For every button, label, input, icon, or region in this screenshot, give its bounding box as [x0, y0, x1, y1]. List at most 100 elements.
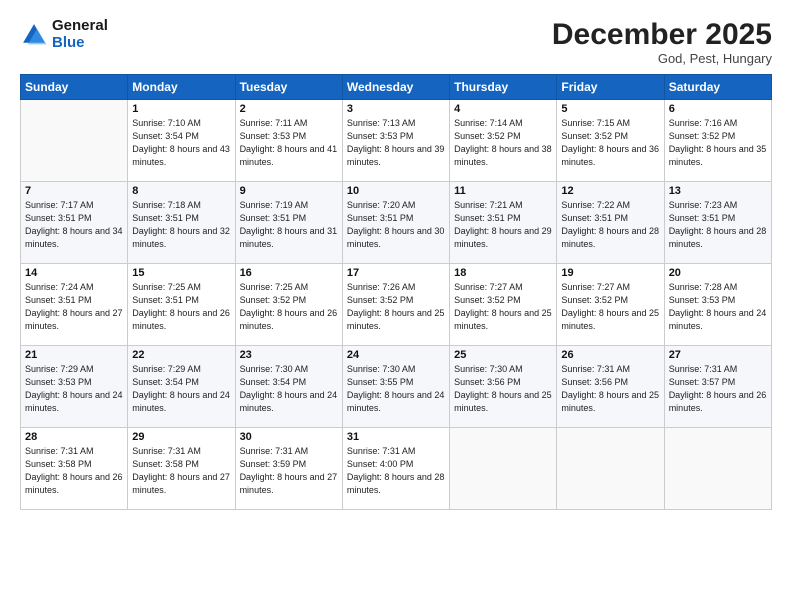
cell-2-5: 19 Sunrise: 7:27 AMSunset: 3:52 PMDaylig… — [557, 264, 664, 346]
day-info: Sunrise: 7:10 AMSunset: 3:54 PMDaylight:… — [132, 118, 230, 167]
logo-text-general: General — [52, 18, 108, 35]
day-info: Sunrise: 7:20 AMSunset: 3:51 PMDaylight:… — [347, 200, 445, 249]
day-info: Sunrise: 7:24 AMSunset: 3:51 PMDaylight:… — [25, 282, 123, 331]
cell-4-3: 31 Sunrise: 7:31 AMSunset: 4:00 PMDaylig… — [342, 428, 449, 510]
day-number: 12 — [561, 185, 659, 197]
day-number: 29 — [132, 431, 230, 443]
cell-2-1: 15 Sunrise: 7:25 AMSunset: 3:51 PMDaylig… — [128, 264, 235, 346]
cell-0-2: 2 Sunrise: 7:11 AMSunset: 3:53 PMDayligh… — [235, 100, 342, 182]
day-number: 24 — [347, 349, 445, 361]
day-number: 11 — [454, 185, 552, 197]
day-number: 28 — [25, 431, 123, 443]
day-info: Sunrise: 7:31 AMSunset: 3:56 PMDaylight:… — [561, 364, 659, 413]
day-number: 5 — [561, 103, 659, 115]
logo-icon — [20, 21, 48, 49]
day-info: Sunrise: 7:30 AMSunset: 3:56 PMDaylight:… — [454, 364, 552, 413]
day-number: 2 — [240, 103, 338, 115]
cell-1-0: 7 Sunrise: 7:17 AMSunset: 3:51 PMDayligh… — [21, 182, 128, 264]
cell-1-4: 11 Sunrise: 7:21 AMSunset: 3:51 PMDaylig… — [450, 182, 557, 264]
day-number: 6 — [669, 103, 767, 115]
day-number: 10 — [347, 185, 445, 197]
day-number: 21 — [25, 349, 123, 361]
day-info: Sunrise: 7:25 AMSunset: 3:52 PMDaylight:… — [240, 282, 338, 331]
cell-2-3: 17 Sunrise: 7:26 AMSunset: 3:52 PMDaylig… — [342, 264, 449, 346]
col-saturday: Saturday — [664, 75, 771, 100]
col-thursday: Thursday — [450, 75, 557, 100]
day-info: Sunrise: 7:15 AMSunset: 3:52 PMDaylight:… — [561, 118, 659, 167]
logo-text-blue: Blue — [52, 35, 108, 52]
day-info: Sunrise: 7:28 AMSunset: 3:53 PMDaylight:… — [669, 282, 767, 331]
cell-1-1: 8 Sunrise: 7:18 AMSunset: 3:51 PMDayligh… — [128, 182, 235, 264]
day-info: Sunrise: 7:27 AMSunset: 3:52 PMDaylight:… — [561, 282, 659, 331]
day-number: 13 — [669, 185, 767, 197]
day-number: 9 — [240, 185, 338, 197]
cell-3-3: 24 Sunrise: 7:30 AMSunset: 3:55 PMDaylig… — [342, 346, 449, 428]
day-number: 1 — [132, 103, 230, 115]
cell-1-2: 9 Sunrise: 7:19 AMSunset: 3:51 PMDayligh… — [235, 182, 342, 264]
day-number: 8 — [132, 185, 230, 197]
day-info: Sunrise: 7:29 AMSunset: 3:53 PMDaylight:… — [25, 364, 123, 413]
week-row-3: 21 Sunrise: 7:29 AMSunset: 3:53 PMDaylig… — [21, 346, 772, 428]
week-row-2: 14 Sunrise: 7:24 AMSunset: 3:51 PMDaylig… — [21, 264, 772, 346]
cell-3-4: 25 Sunrise: 7:30 AMSunset: 3:56 PMDaylig… — [450, 346, 557, 428]
day-info: Sunrise: 7:22 AMSunset: 3:51 PMDaylight:… — [561, 200, 659, 249]
day-info: Sunrise: 7:11 AMSunset: 3:53 PMDaylight:… — [240, 118, 338, 167]
day-number: 26 — [561, 349, 659, 361]
calendar: Sunday Monday Tuesday Wednesday Thursday… — [20, 74, 772, 510]
day-info: Sunrise: 7:30 AMSunset: 3:55 PMDaylight:… — [347, 364, 445, 413]
day-info: Sunrise: 7:13 AMSunset: 3:53 PMDaylight:… — [347, 118, 445, 167]
day-info: Sunrise: 7:31 AMSunset: 4:00 PMDaylight:… — [347, 446, 445, 495]
cell-0-1: 1 Sunrise: 7:10 AMSunset: 3:54 PMDayligh… — [128, 100, 235, 182]
cell-2-6: 20 Sunrise: 7:28 AMSunset: 3:53 PMDaylig… — [664, 264, 771, 346]
cell-3-0: 21 Sunrise: 7:29 AMSunset: 3:53 PMDaylig… — [21, 346, 128, 428]
day-info: Sunrise: 7:31 AMSunset: 3:59 PMDaylight:… — [240, 446, 338, 495]
col-wednesday: Wednesday — [342, 75, 449, 100]
day-number: 19 — [561, 267, 659, 279]
day-info: Sunrise: 7:31 AMSunset: 3:58 PMDaylight:… — [132, 446, 230, 495]
day-number: 16 — [240, 267, 338, 279]
day-number: 22 — [132, 349, 230, 361]
logo: General Blue — [20, 18, 108, 51]
cell-4-1: 29 Sunrise: 7:31 AMSunset: 3:58 PMDaylig… — [128, 428, 235, 510]
cell-3-1: 22 Sunrise: 7:29 AMSunset: 3:54 PMDaylig… — [128, 346, 235, 428]
day-info: Sunrise: 7:19 AMSunset: 3:51 PMDaylight:… — [240, 200, 338, 249]
week-row-4: 28 Sunrise: 7:31 AMSunset: 3:58 PMDaylig… — [21, 428, 772, 510]
day-number: 18 — [454, 267, 552, 279]
cell-1-3: 10 Sunrise: 7:20 AMSunset: 3:51 PMDaylig… — [342, 182, 449, 264]
cell-2-4: 18 Sunrise: 7:27 AMSunset: 3:52 PMDaylig… — [450, 264, 557, 346]
title-area: December 2025 God, Pest, Hungary — [552, 18, 772, 66]
day-info: Sunrise: 7:16 AMSunset: 3:52 PMDaylight:… — [669, 118, 767, 167]
header: General Blue December 2025 God, Pest, Hu… — [20, 18, 772, 66]
cell-4-5 — [557, 428, 664, 510]
calendar-header-row: Sunday Monday Tuesday Wednesday Thursday… — [21, 75, 772, 100]
day-number: 20 — [669, 267, 767, 279]
month-title: December 2025 — [552, 18, 772, 51]
cell-3-2: 23 Sunrise: 7:30 AMSunset: 3:54 PMDaylig… — [235, 346, 342, 428]
day-info: Sunrise: 7:23 AMSunset: 3:51 PMDaylight:… — [669, 200, 767, 249]
cell-4-4 — [450, 428, 557, 510]
col-monday: Monday — [128, 75, 235, 100]
day-info: Sunrise: 7:30 AMSunset: 3:54 PMDaylight:… — [240, 364, 338, 413]
day-number: 25 — [454, 349, 552, 361]
cell-0-4: 4 Sunrise: 7:14 AMSunset: 3:52 PMDayligh… — [450, 100, 557, 182]
day-number: 27 — [669, 349, 767, 361]
day-info: Sunrise: 7:14 AMSunset: 3:52 PMDaylight:… — [454, 118, 552, 167]
week-row-1: 7 Sunrise: 7:17 AMSunset: 3:51 PMDayligh… — [21, 182, 772, 264]
cell-1-6: 13 Sunrise: 7:23 AMSunset: 3:51 PMDaylig… — [664, 182, 771, 264]
page: General Blue December 2025 God, Pest, Hu… — [0, 0, 792, 612]
cell-2-0: 14 Sunrise: 7:24 AMSunset: 3:51 PMDaylig… — [21, 264, 128, 346]
day-info: Sunrise: 7:18 AMSunset: 3:51 PMDaylight:… — [132, 200, 230, 249]
day-number: 4 — [454, 103, 552, 115]
cell-3-5: 26 Sunrise: 7:31 AMSunset: 3:56 PMDaylig… — [557, 346, 664, 428]
day-number: 15 — [132, 267, 230, 279]
day-info: Sunrise: 7:29 AMSunset: 3:54 PMDaylight:… — [132, 364, 230, 413]
cell-4-6 — [664, 428, 771, 510]
day-number: 31 — [347, 431, 445, 443]
day-number: 14 — [25, 267, 123, 279]
cell-2-2: 16 Sunrise: 7:25 AMSunset: 3:52 PMDaylig… — [235, 264, 342, 346]
cell-0-0 — [21, 100, 128, 182]
cell-0-6: 6 Sunrise: 7:16 AMSunset: 3:52 PMDayligh… — [664, 100, 771, 182]
cell-1-5: 12 Sunrise: 7:22 AMSunset: 3:51 PMDaylig… — [557, 182, 664, 264]
day-number: 3 — [347, 103, 445, 115]
day-number: 30 — [240, 431, 338, 443]
